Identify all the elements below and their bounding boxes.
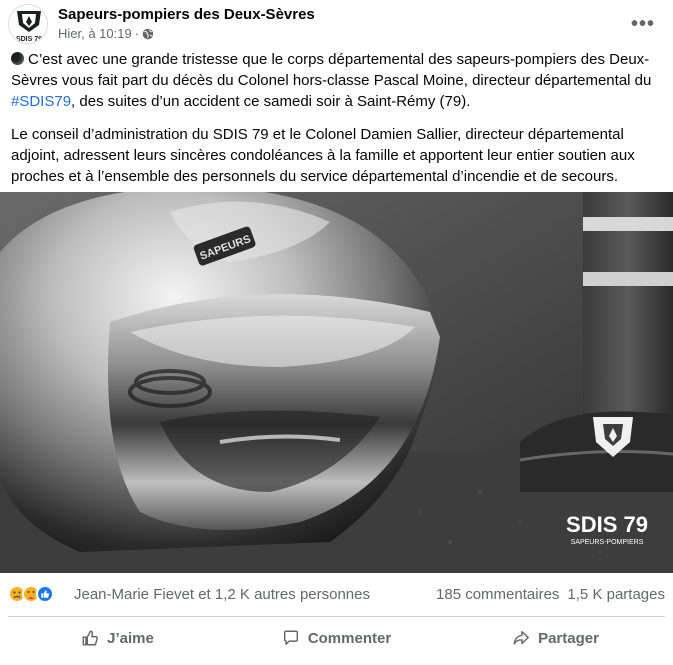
share-button[interactable]: Partager bbox=[446, 620, 665, 656]
page-avatar[interactable]: SDIS 79 bbox=[8, 4, 48, 44]
post-paragraph-1: C’est avec une grande tristesse que le c… bbox=[11, 49, 661, 112]
like-label: J’aime bbox=[107, 629, 154, 647]
post-text: C’est avec une grande tristesse que le c… bbox=[11, 49, 661, 199]
paragraph-1-start: C’est avec une grande tristesse que le c… bbox=[11, 51, 652, 89]
sdis-logo-icon: SDIS 79 bbox=[9, 5, 47, 43]
reaction-names-link[interactable]: Jean-Marie Fievet et 1,2 K autres person… bbox=[74, 586, 370, 603]
comments-count-link[interactable]: 185 commentaires bbox=[436, 586, 559, 603]
post-meta: Hier, à 10:19 · bbox=[58, 26, 154, 41]
more-options-button[interactable]: ••• bbox=[625, 6, 661, 42]
globe-icon[interactable] bbox=[142, 28, 154, 40]
paragraph-1-end: , des suites d’un accident ce samedi soi… bbox=[71, 93, 471, 110]
post-timestamp[interactable]: Hier, à 10:19 bbox=[58, 26, 132, 41]
svg-text:SDIS 79: SDIS 79 bbox=[566, 512, 648, 537]
shares-count-link[interactable]: 1,5 K partages bbox=[567, 586, 665, 603]
post-photo[interactable]: SAPEURS SDIS 79 SAPEURS-POMPIERS bbox=[0, 192, 673, 573]
like-reaction-icon bbox=[36, 585, 54, 603]
post-stats: Jean-Marie Fievet et 1,2 K autres person… bbox=[8, 582, 665, 606]
helmet-photo-illustration: SAPEURS SDIS 79 SAPEURS-POMPIERS bbox=[0, 192, 673, 573]
post-actions: J’aime Commenter Partager bbox=[8, 620, 665, 656]
comment-button[interactable]: Commenter bbox=[227, 620, 446, 656]
black-circle-icon bbox=[11, 52, 24, 65]
more-horizontal-icon: ••• bbox=[630, 13, 655, 35]
post-header: SDIS 79 Sapeurs-pompiers des Deux-Sèvres… bbox=[8, 4, 665, 44]
meta-separator: · bbox=[134, 26, 140, 41]
svg-text:SDIS 79: SDIS 79 bbox=[16, 36, 42, 43]
share-arrow-icon bbox=[513, 630, 529, 645]
comment-bubble-icon bbox=[283, 630, 298, 646]
post-paragraph-2: Le conseil d’administration du SDIS 79 e… bbox=[11, 126, 635, 185]
share-label: Partager bbox=[538, 629, 599, 647]
like-button[interactable]: J’aime bbox=[8, 620, 227, 656]
facebook-post: SDIS 79 Sapeurs-pompiers des Deux-Sèvres… bbox=[0, 0, 673, 665]
thumbs-up-icon bbox=[82, 630, 99, 646]
page-name-link[interactable]: Sapeurs-pompiers des Deux-Sèvres bbox=[58, 6, 315, 23]
engagement-counts: 185 commentaires 1,5 K partages bbox=[436, 586, 665, 603]
svg-text:SAPEURS-POMPIERS: SAPEURS-POMPIERS bbox=[571, 539, 644, 546]
reaction-icons[interactable] bbox=[8, 585, 54, 603]
hashtag-link[interactable]: #SDIS79 bbox=[11, 93, 71, 110]
comment-label: Commenter bbox=[307, 629, 392, 647]
actions-divider bbox=[8, 616, 665, 617]
